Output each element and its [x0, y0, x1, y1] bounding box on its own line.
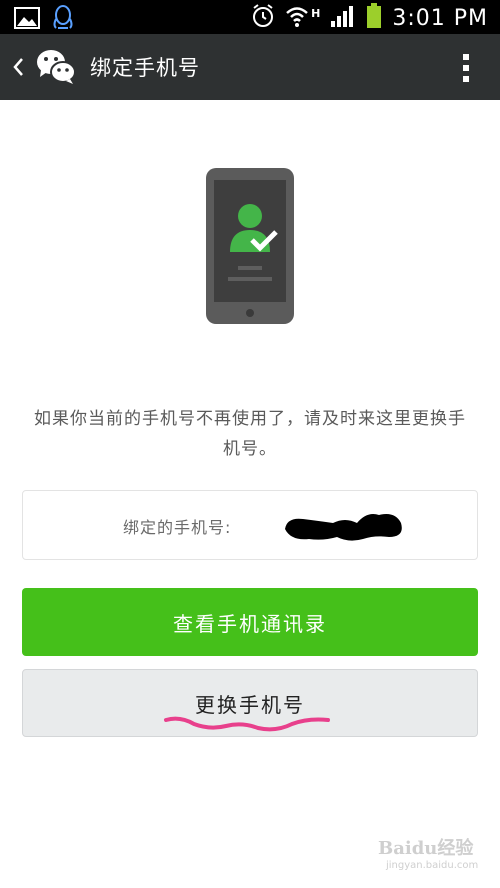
screen: H 3:01 PM 绑定手机号 如果你当前的手机号不再使用了，请及时来这里更换手…: [0, 0, 500, 888]
bound-number-label: 绑定的手机号:: [123, 518, 232, 537]
watermark-sub: jingyan.baidu.com: [386, 860, 479, 871]
back-chevron-icon: [8, 58, 38, 88]
watermark-text: Baidu经验: [378, 838, 474, 859]
phone-illustration: [204, 166, 296, 326]
status-bar: H 3:01 PM: [0, 0, 500, 34]
back-button[interactable]: [8, 50, 38, 84]
gallery-icon: [14, 7, 40, 33]
annotation-underline: [160, 712, 335, 738]
wifi-icon: [285, 4, 309, 32]
redacted-phone-number: [279, 503, 409, 549]
more-button[interactable]: [458, 52, 474, 84]
battery-icon: [366, 3, 382, 33]
status-time: 3:01 PM: [392, 5, 488, 31]
page-title: 绑定手机号: [90, 56, 200, 80]
hint-text: 如果你当前的手机号不再使用了，请及时来这里更换手机号。: [34, 409, 466, 459]
network-type-label: H: [311, 6, 321, 20]
view-contacts-button[interactable]: 查看手机通讯录: [22, 588, 478, 656]
bound-number-card: 绑定的手机号:: [22, 490, 478, 560]
baidu-watermark: Baidu经验 jingyan.baidu.com: [378, 830, 494, 882]
signal-icon: [330, 4, 356, 32]
alarm-icon: [251, 3, 275, 33]
qq-icon: [52, 5, 74, 35]
action-bar: 绑定手机号: [0, 34, 500, 100]
more-vertical-icon: [458, 54, 474, 88]
wechat-logo-icon: [36, 48, 76, 86]
